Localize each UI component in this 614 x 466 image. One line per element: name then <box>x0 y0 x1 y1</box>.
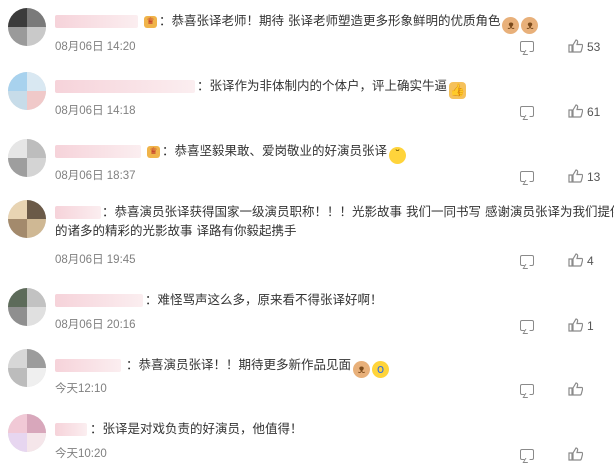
username-blurred[interactable] <box>55 80 195 93</box>
avatar[interactable] <box>8 288 46 326</box>
avatar[interactable] <box>8 139 46 177</box>
thumbs-up-icon[interactable] <box>568 382 583 396</box>
avatar[interactable] <box>8 414 46 452</box>
crown-badge-icon: ♛ <box>147 146 160 158</box>
comment-icon[interactable] <box>520 41 534 52</box>
thumbs-up-emoji: 👍 <box>449 82 467 99</box>
comment-text: ：难怪骂声这么多，原来看不得张译好啊！ <box>145 291 383 309</box>
scream-face-emoji: o <box>372 361 390 378</box>
comment-text-content: ：恭喜张译老师！期待 张译老师塑造更多形象鲜明的优质角色 <box>159 13 501 28</box>
comment-icon[interactable] <box>520 106 534 117</box>
avatar[interactable] <box>8 8 46 46</box>
comment-icon[interactable] <box>520 171 534 182</box>
thumbs-up-icon[interactable] <box>568 318 583 332</box>
comment-icon[interactable] <box>520 384 534 395</box>
username-blurred[interactable] <box>55 294 143 307</box>
avatar[interactable] <box>8 200 46 238</box>
comment-time: 08月06日 14:18 <box>55 105 136 117</box>
comment-time: 今天12:10 <box>55 383 107 395</box>
comment-text: ：张译是对戏负责的好演员，他值得！ <box>90 420 303 438</box>
like-count: 1 <box>587 319 594 333</box>
cat-emoji: ᴥ <box>502 17 520 34</box>
comment-text-content: ：张译作为非体制内的个体户，评上确实牛逼 <box>197 78 448 93</box>
username-blurred[interactable] <box>55 359 121 372</box>
username-blurred[interactable] <box>55 206 101 219</box>
comment-icon[interactable] <box>520 255 534 266</box>
comment-text-content: ：张译是对戏负责的好演员，他值得！ <box>90 421 303 436</box>
crown-badge-icon: ♛ <box>144 16 157 28</box>
avatar[interactable] <box>8 72 46 110</box>
comment-time: 08月06日 19:45 <box>55 254 136 266</box>
comment-text-continued: 的诸多的精彩的光影故事 译路有你毅起携手 <box>55 222 296 240</box>
username-blurred[interactable] <box>55 15 138 28</box>
comment-text-content: ：恭喜演员张译！！期待更多新作品见面 <box>126 357 352 372</box>
thumbs-up-icon[interactable] <box>568 253 583 267</box>
comment-text: ：恭喜坚毅果敢、爱岗敬业的好演员张译 ˘ <box>162 142 407 164</box>
username-blurred[interactable] <box>55 145 141 158</box>
comment-icon[interactable] <box>520 449 534 460</box>
comment-text: ：恭喜演员张译！！期待更多新作品见面 ᴥ o <box>126 356 390 378</box>
like-count: 13 <box>587 170 601 184</box>
comment-text-content: ：恭喜演员张译获得国家一级演员职称！！！光影故事 我们一同书写 感谢演员张译为我… <box>102 204 614 219</box>
comment-time: 08月06日 14:20 <box>55 41 136 53</box>
avatar[interactable] <box>8 349 46 387</box>
comment-time: 08月06日 18:37 <box>55 170 136 182</box>
username-blurred[interactable] <box>55 423 87 436</box>
like-count: 53 <box>587 40 601 54</box>
comment-text-content: ：难怪骂声这么多，原来看不得张译好啊！ <box>145 292 383 307</box>
comment-text: ：恭喜演员张译获得国家一级演员职称！！！光影故事 我们一同书写 感谢演员张译为我… <box>102 203 614 221</box>
comment-time: 08月06日 20:16 <box>55 319 136 331</box>
like-count: 4 <box>587 254 594 268</box>
comment-text-content: ：恭喜坚毅果敢、爱岗敬业的好演员张译 <box>162 143 388 158</box>
cat-emoji: ᴥ <box>521 17 539 34</box>
thumbs-up-icon[interactable] <box>568 447 583 461</box>
thumbs-up-icon[interactable] <box>568 104 583 118</box>
comment-text: ：恭喜张译老师！期待 张译老师塑造更多形象鲜明的优质角色 ᴥ ᴥ <box>159 12 539 34</box>
like-count: 61 <box>587 105 601 119</box>
thumbs-up-icon[interactable] <box>568 39 583 53</box>
thumbs-up-icon[interactable] <box>568 169 583 183</box>
crying-face-emoji: ˘ <box>389 147 407 164</box>
comment-text: ：张译作为非体制内的个体户，评上确实牛逼 👍 <box>197 77 467 99</box>
comment-text-content: 的诸多的精彩的光影故事 译路有你毅起携手 <box>55 223 297 238</box>
comment-time: 今天10:20 <box>55 448 107 460</box>
comment-icon[interactable] <box>520 320 534 331</box>
cat-emoji: ᴥ <box>353 361 371 378</box>
